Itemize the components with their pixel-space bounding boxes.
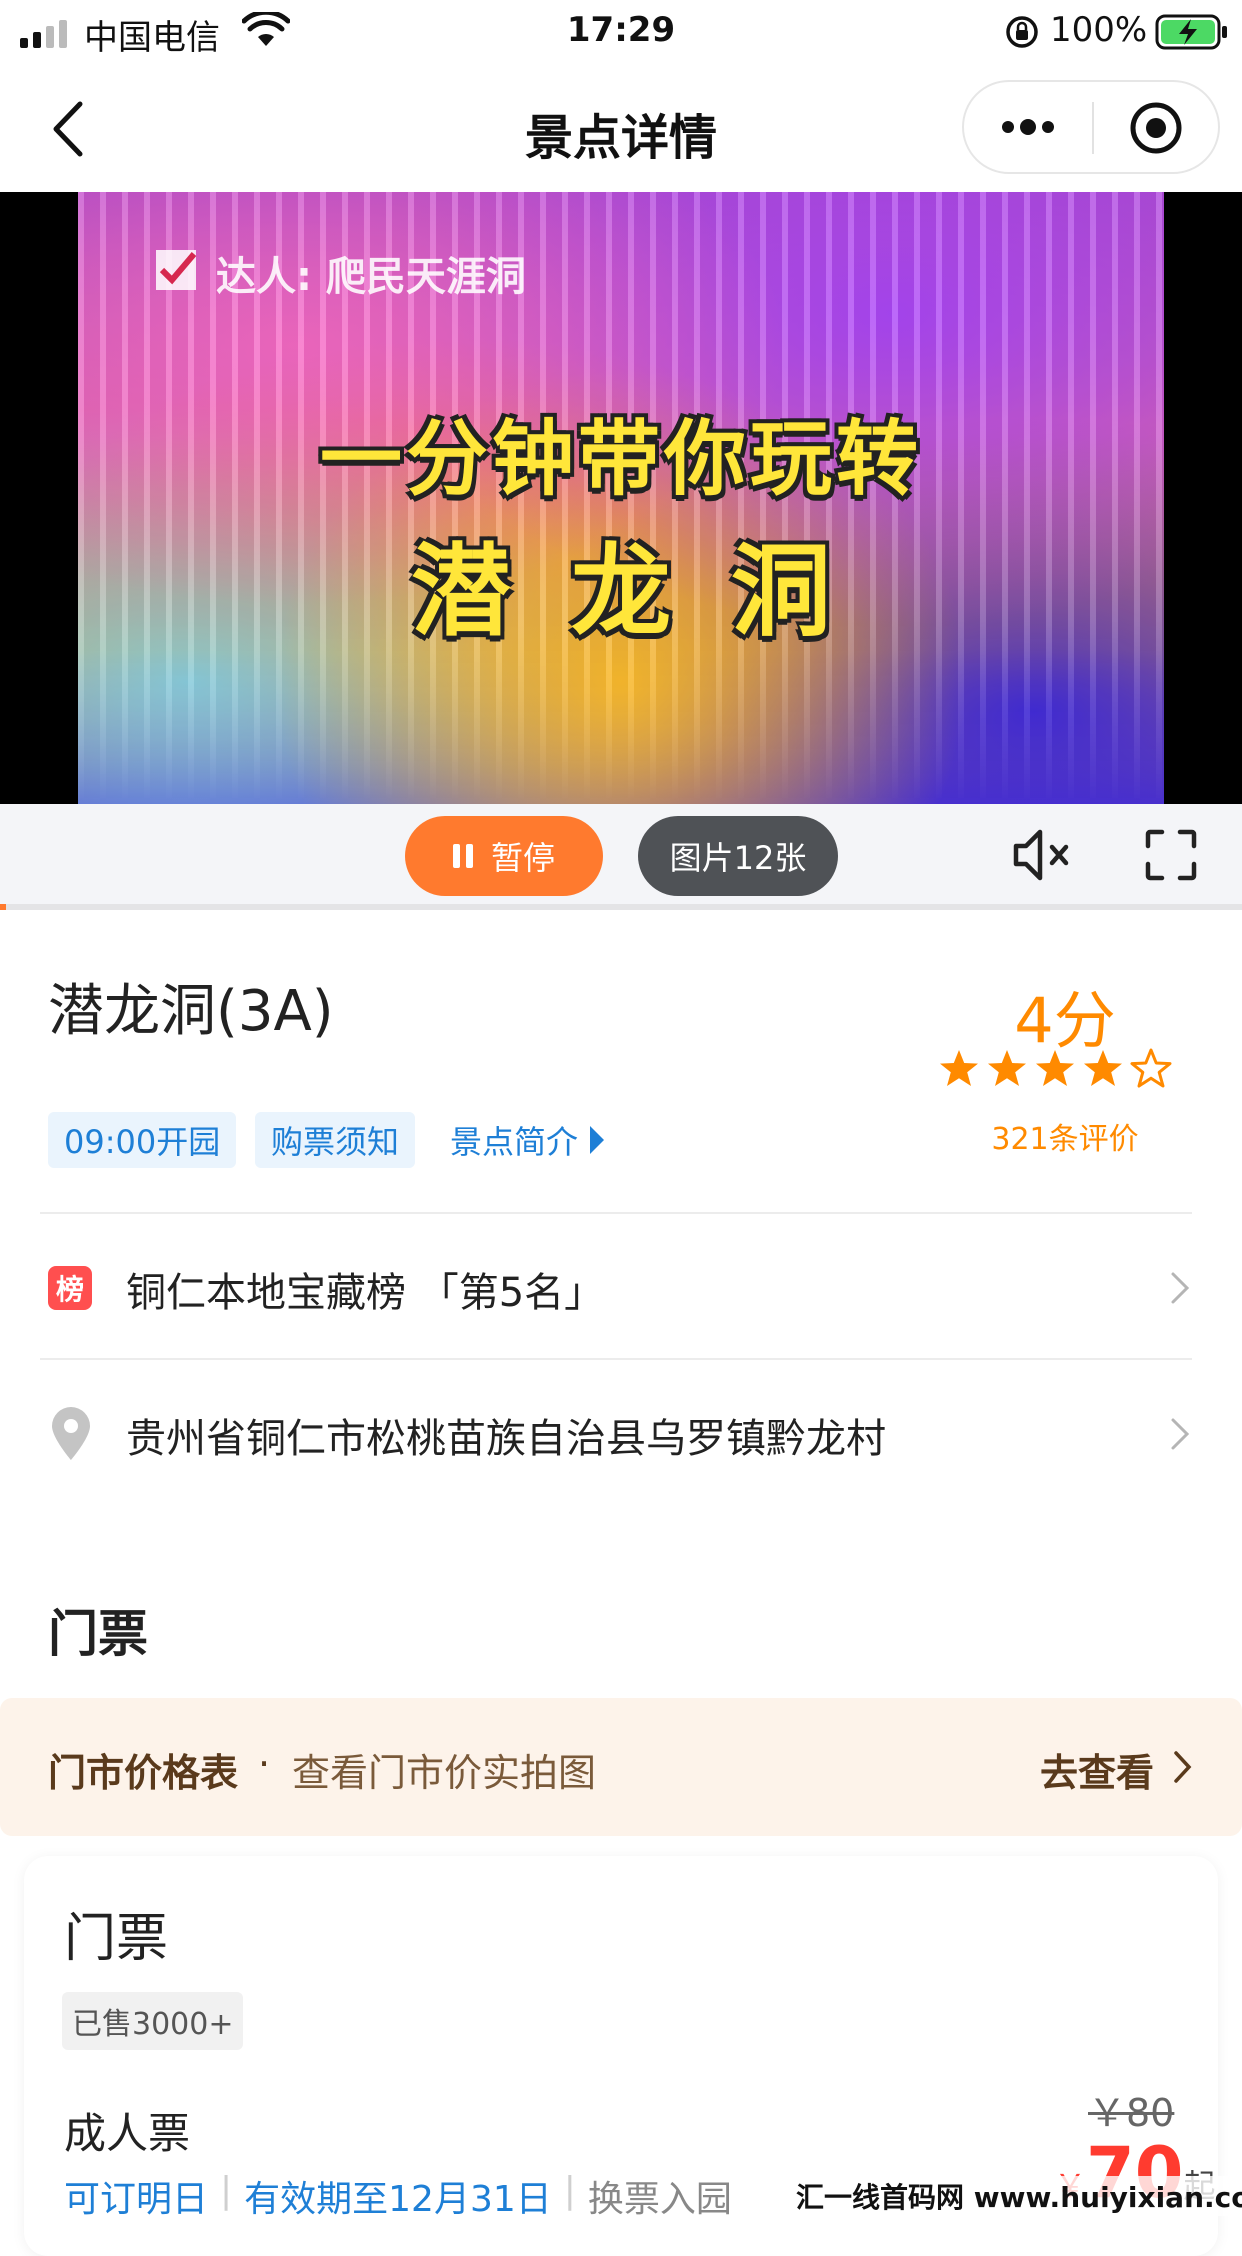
triangle-right-icon [590,1126,605,1154]
opening-time-tag: 09:00开园 [48,1112,237,1168]
spot-name: 潜龙洞(3A) [48,979,334,1044]
ranking-text: 铜仁本地宝藏榜 「第5名」 [126,1270,605,1316]
sold-count-badge: 已售3000+ [62,1992,244,2050]
meta-separator: | [563,2170,576,2211]
price-list-separator: · [258,1742,271,1786]
chevron-right-icon [1174,1751,1192,1783]
rating-stars [938,1048,1172,1090]
purchase-notice-label: 购票须知 [271,1123,400,1161]
fullscreen-icon[interactable] [1144,828,1198,882]
video-progress-bar[interactable] [0,904,1242,910]
battery-percent: 100% [1050,10,1148,50]
checkmark-icon [156,250,197,290]
media-controls: 暂停 图片12张 [0,804,1242,908]
meta-separator: | [220,2170,233,2211]
sold-count-label: 已售3000+ [72,2007,234,2042]
address-text: 贵州省铜仁市松桃苗族自治县乌罗镇黔龙村 [126,1416,886,1462]
price-list-title: 门市价格表 [48,1751,239,1795]
address-row[interactable]: 贵州省铜仁市松桃苗族自治县乌罗镇黔龙村 [0,1362,1242,1502]
video-frame[interactable]: 达人: 爬民天涯洞 一分钟带你玩转 潜龙洞 [78,192,1164,804]
more-options-icon[interactable] [996,102,1060,152]
close-miniprogram-icon[interactable] [1128,100,1184,156]
star-filled-icon [1036,1050,1074,1086]
price-list-subtitle: 查看门市价实拍图 [292,1751,597,1795]
view-price-list-link[interactable]: 去查看 [1040,1742,1154,1797]
divider [40,1212,1192,1214]
photos-label: 图片12张 [669,839,807,877]
ranking-row[interactable]: 榜 铜仁本地宝藏榜 「第5名」 [0,1216,1242,1356]
video-author: 达人: 爬民天涯洞 [216,254,526,300]
video-player[interactable]: 达人: 爬民天涯洞 一分钟带你玩转 潜龙洞 [0,192,1242,804]
ticket-meta-entry: 换票入园 [587,2179,732,2220]
navigation-bar: 景点详情 [0,64,1242,192]
spot-intro-label: 景点简介 [450,1123,579,1161]
battery-charging-icon [1155,14,1227,50]
video-caption-line1: 一分钟带你玩转 [319,412,922,507]
tickets-section-title: 门票 [48,1605,148,1663]
orientation-lock-icon [1006,16,1038,48]
pause-button[interactable]: 暂停 [405,816,603,896]
original-price: ￥80 [1088,2091,1175,2135]
ticket-meta-booking: 可订明日 [64,2179,209,2220]
chevron-right-icon [1171,1418,1190,1450]
ticket-meta: 可订明日 | 有效期至12月31日 | 换票入园 [64,2170,732,2222]
review-count-link[interactable]: 321条评价 [960,1114,1170,1158]
pause-label: 暂停 [490,839,555,877]
mute-icon[interactable] [1010,826,1074,884]
status-bar: 中国电信 17:29 100% [0,0,1242,64]
price-list-banner[interactable]: 门市价格表 · 查看门市价实拍图 去查看 [0,1698,1242,1836]
star-filled-icon [940,1050,978,1086]
purchase-notice-tag[interactable]: 购票须知 [255,1112,416,1168]
divider [40,1358,1192,1360]
ticket-type: 成人票 [64,2109,191,2158]
spot-intro-link[interactable]: 景点简介 [450,1112,605,1168]
video-progress-fill [0,904,7,910]
video-caption-line2: 潜龙洞 [411,533,891,650]
miniprogram-capsule [962,80,1220,174]
ranking-badge-icon: 榜 [48,1266,92,1310]
pause-icon [452,844,473,868]
opening-time-label: 09:00开园 [64,1123,221,1161]
star-filled-icon [988,1050,1026,1086]
location-pin-icon [52,1407,90,1460]
chevron-right-icon [1171,1272,1190,1304]
capsule-divider [1092,102,1094,154]
star-filled-icon [1084,1050,1122,1086]
photos-button[interactable]: 图片12张 [638,816,838,896]
watermark: 汇一线首码网 www.huiyixian.com [796,2176,1242,2216]
rating-score: 4分 [1014,984,1116,1057]
ticket-card-title: 门票 [64,1909,169,1969]
ticket-meta-validity: 有效期至12月31日 [244,2179,552,2220]
star-empty-icon [1130,1048,1172,1088]
